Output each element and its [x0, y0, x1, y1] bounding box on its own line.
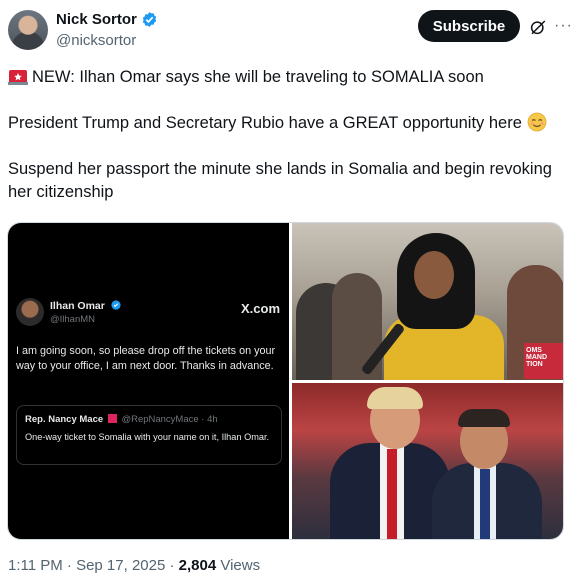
xcom-label: X.com [241, 301, 281, 316]
person-red-tie [387, 449, 397, 539]
grok-icon[interactable] [529, 18, 547, 36]
tweet-timestamp[interactable]: 1:11 PM · Sep 17, 2025 · [8, 557, 179, 574]
tweet-line-3: Suspend her passport the minute she land… [8, 160, 552, 201]
views-label: Views [216, 557, 261, 574]
embedded-author-handle: @IlhanMN [50, 314, 96, 325]
person-hair [367, 387, 423, 409]
person-face [414, 251, 454, 299]
author-avatar[interactable] [8, 10, 48, 50]
verified-badge-icon [142, 12, 157, 27]
embedded-author-avatar [16, 298, 44, 326]
more-options-icon[interactable]: ··· [554, 17, 570, 35]
protest-sign: OMS MAND TION [524, 343, 563, 379]
embedded-author-name-text: Ilhan Omar [50, 300, 105, 312]
author-display-name[interactable]: Nick Sortor [56, 11, 137, 28]
tweet-header: Nick Sortor @nicksortor Subscribe ··· [8, 8, 570, 52]
quoted-post-body: One-way ticket to Somalia with your name… [25, 432, 270, 442]
person-hair [458, 409, 510, 427]
quoted-author-name: Rep. Nancy Mace [25, 414, 104, 425]
tweet-line-1: NEW: Ilhan Omar says she will be traveli… [8, 66, 564, 89]
tweet-metadata: 1:11 PM · Sep 17, 2025 · 2,804 Views [8, 557, 260, 574]
relieved-face-emoji-icon [527, 112, 546, 132]
embedded-verified-icon [111, 300, 121, 310]
quoted-author-meta: @RepNancyMace · 4h [121, 414, 218, 425]
tweet-text: NEW: Ilhan Omar says she will be traveli… [8, 66, 564, 227]
tweet-line-2-text: President Trump and Secretary Rubio have… [8, 114, 522, 132]
embedded-author-name: Ilhan Omar [50, 300, 121, 312]
quoted-post-header: Rep. Nancy Mace @RepNancyMace · 4h [25, 414, 218, 425]
author-handle[interactable]: @nicksortor [56, 32, 136, 49]
siren-icon [8, 70, 28, 85]
embedded-post-body: I am going soon, so please drop off the … [16, 345, 276, 372]
author-name-row: Nick Sortor [56, 11, 158, 28]
media-grid: Ilhan Omar @IlhanMN X.com I am going soo… [7, 222, 564, 540]
media-photo-trump-rubio[interactable] [292, 383, 563, 539]
person-blue-tie [480, 469, 490, 539]
quoted-post: Rep. Nancy Mace @RepNancyMace · 4h One-w… [16, 405, 282, 465]
flag-icon [107, 414, 117, 423]
views-count: 2,804 [178, 557, 217, 574]
tweet-line-1-text: NEW: Ilhan Omar says she will be traveli… [32, 68, 484, 86]
subscribe-button[interactable]: Subscribe [418, 10, 520, 42]
media-screenshot-post[interactable]: Ilhan Omar @IlhanMN X.com I am going soo… [8, 223, 289, 539]
media-photo-omar[interactable]: OMS MAND TION [292, 223, 563, 380]
tweet-line-2: President Trump and Secretary Rubio have… [8, 112, 564, 135]
